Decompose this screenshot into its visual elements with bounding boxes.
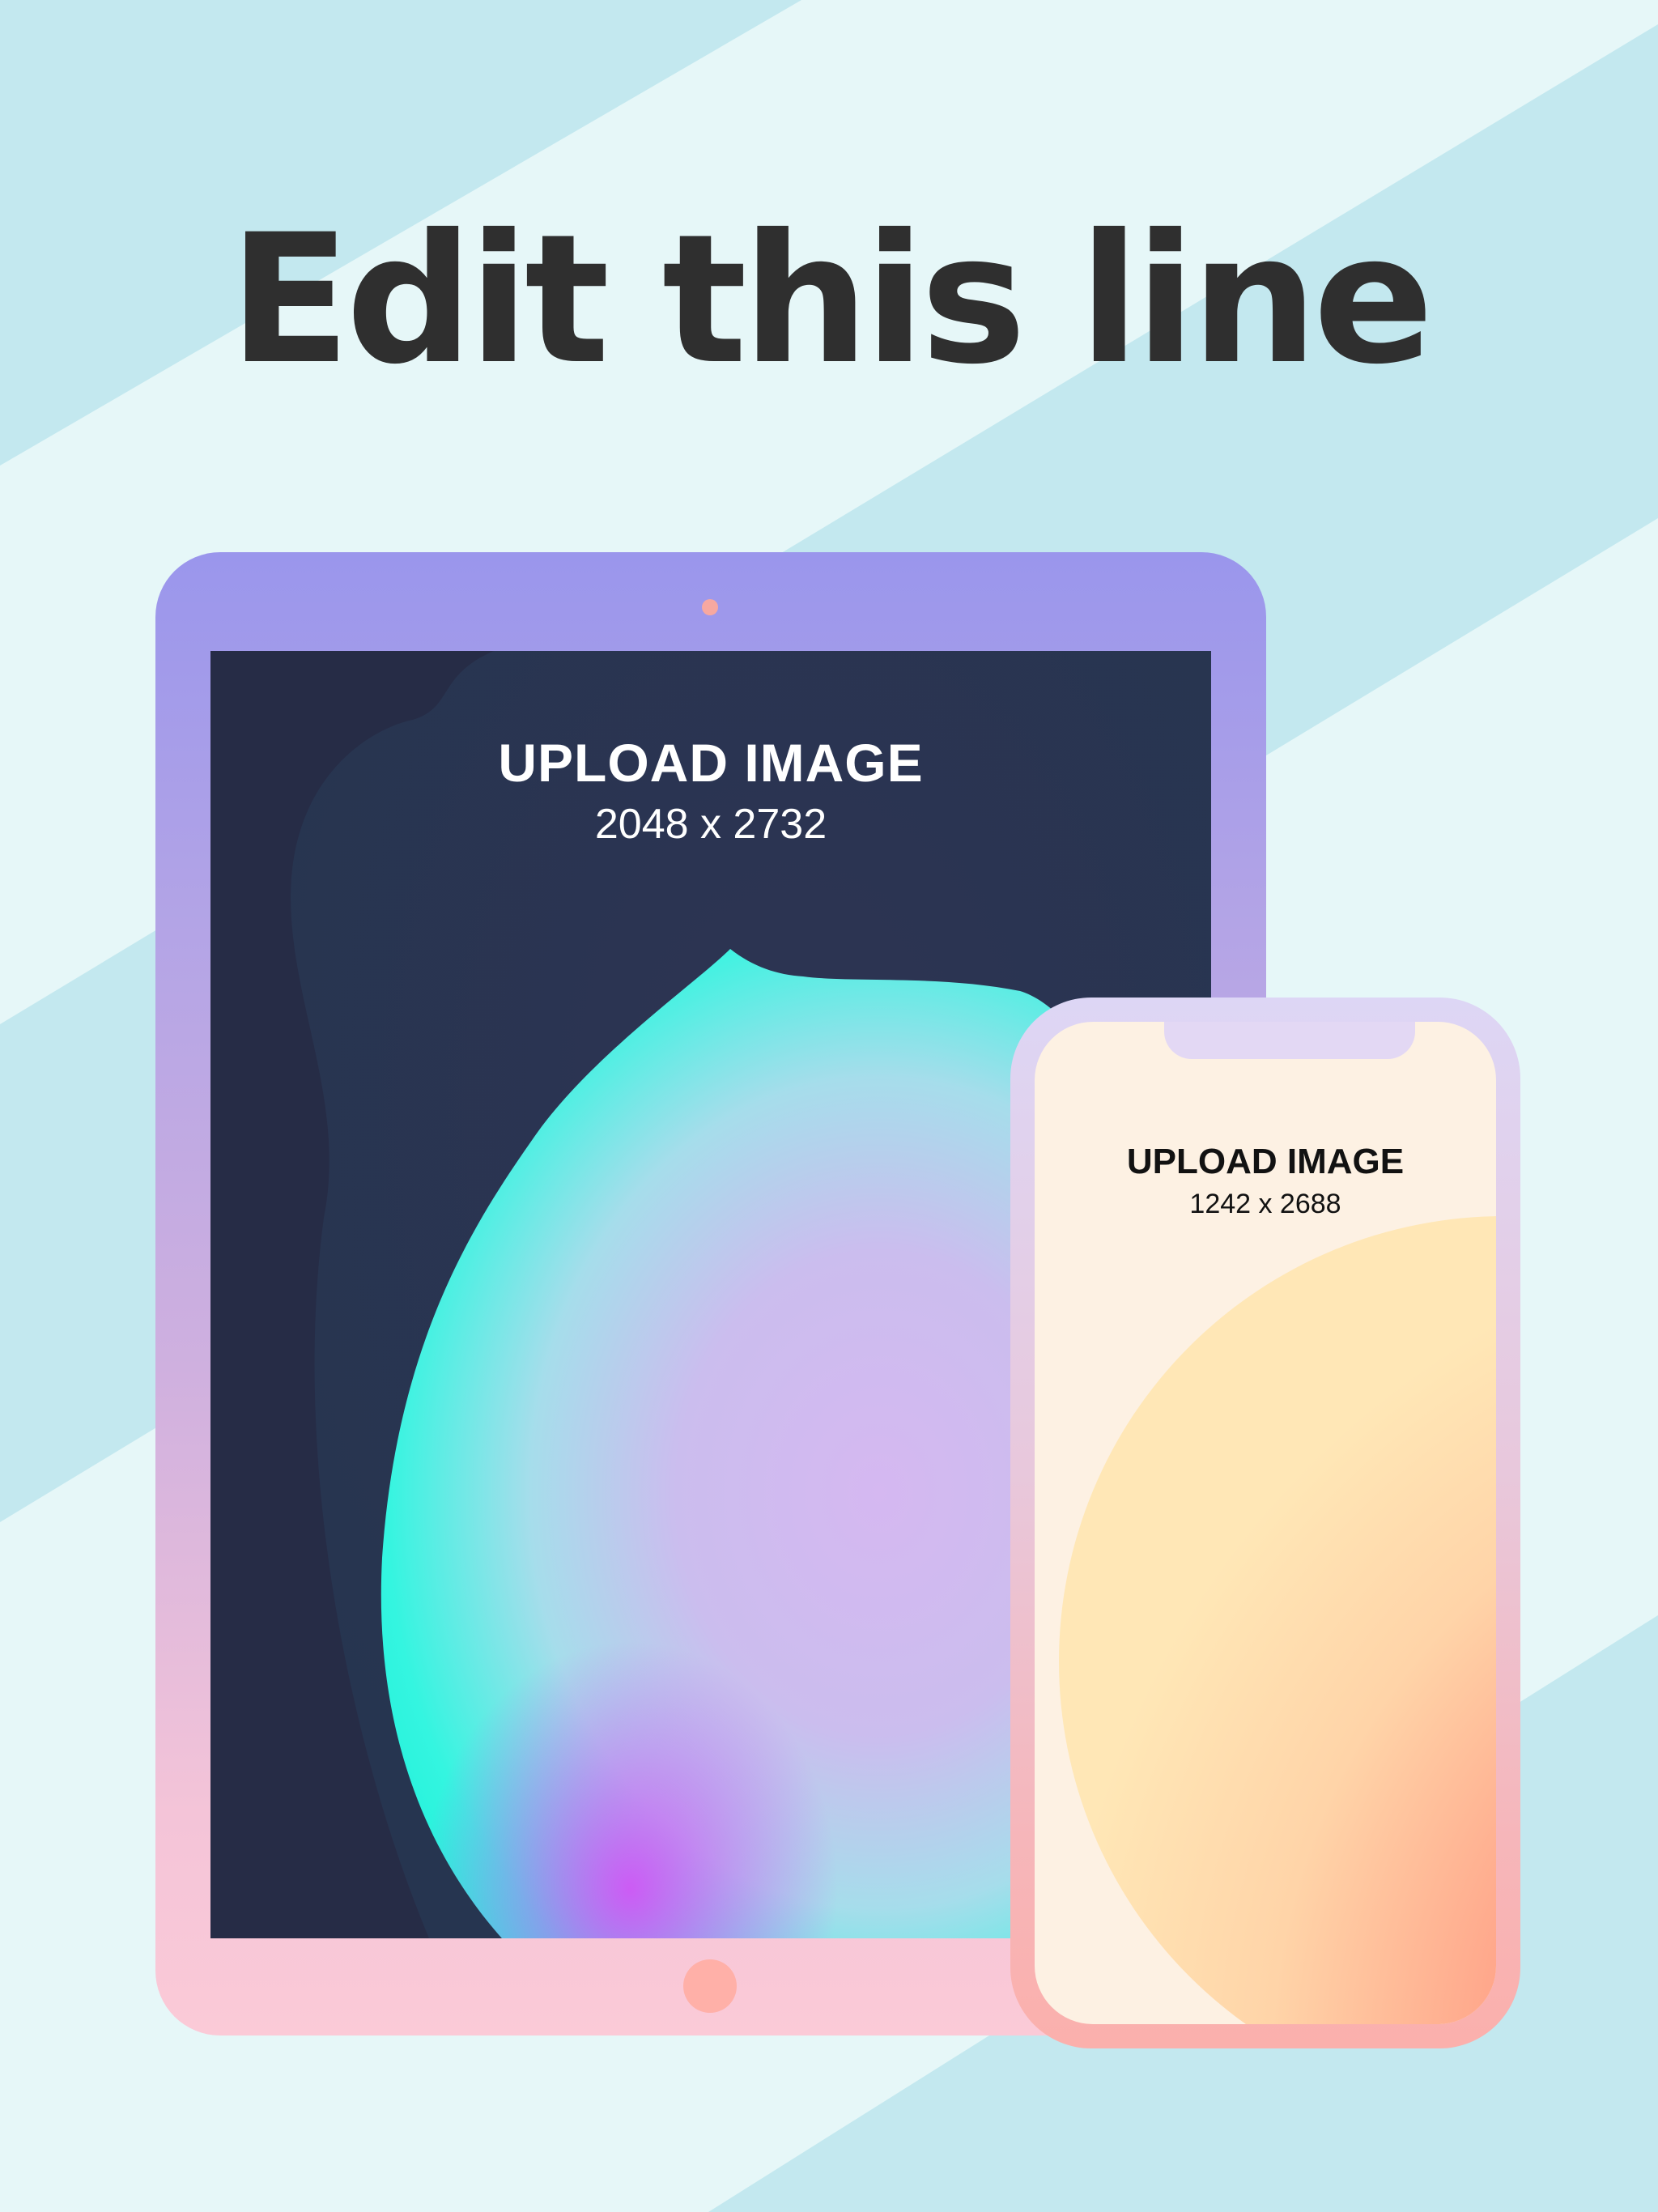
tablet-camera — [702, 599, 718, 615]
phone-screen-upload-area[interactable]: UPLOAD IMAGE 1242 x 2688 — [1035, 1022, 1496, 2024]
phone-mockup: UPLOAD IMAGE 1242 x 2688 — [1010, 998, 1520, 2048]
tablet-upload-dimensions: 2048 x 2732 — [594, 801, 827, 848]
phone-upload-dimensions: 1242 x 2688 — [1189, 1189, 1341, 1219]
headline[interactable]: Edit this line — [0, 194, 1658, 405]
phone-upload-title: UPLOAD IMAGE — [1126, 1142, 1405, 1181]
tablet-upload-title: UPLOAD IMAGE — [498, 733, 924, 793]
tablet-home-button — [683, 1959, 737, 2013]
phone-notch — [1164, 1022, 1415, 1059]
